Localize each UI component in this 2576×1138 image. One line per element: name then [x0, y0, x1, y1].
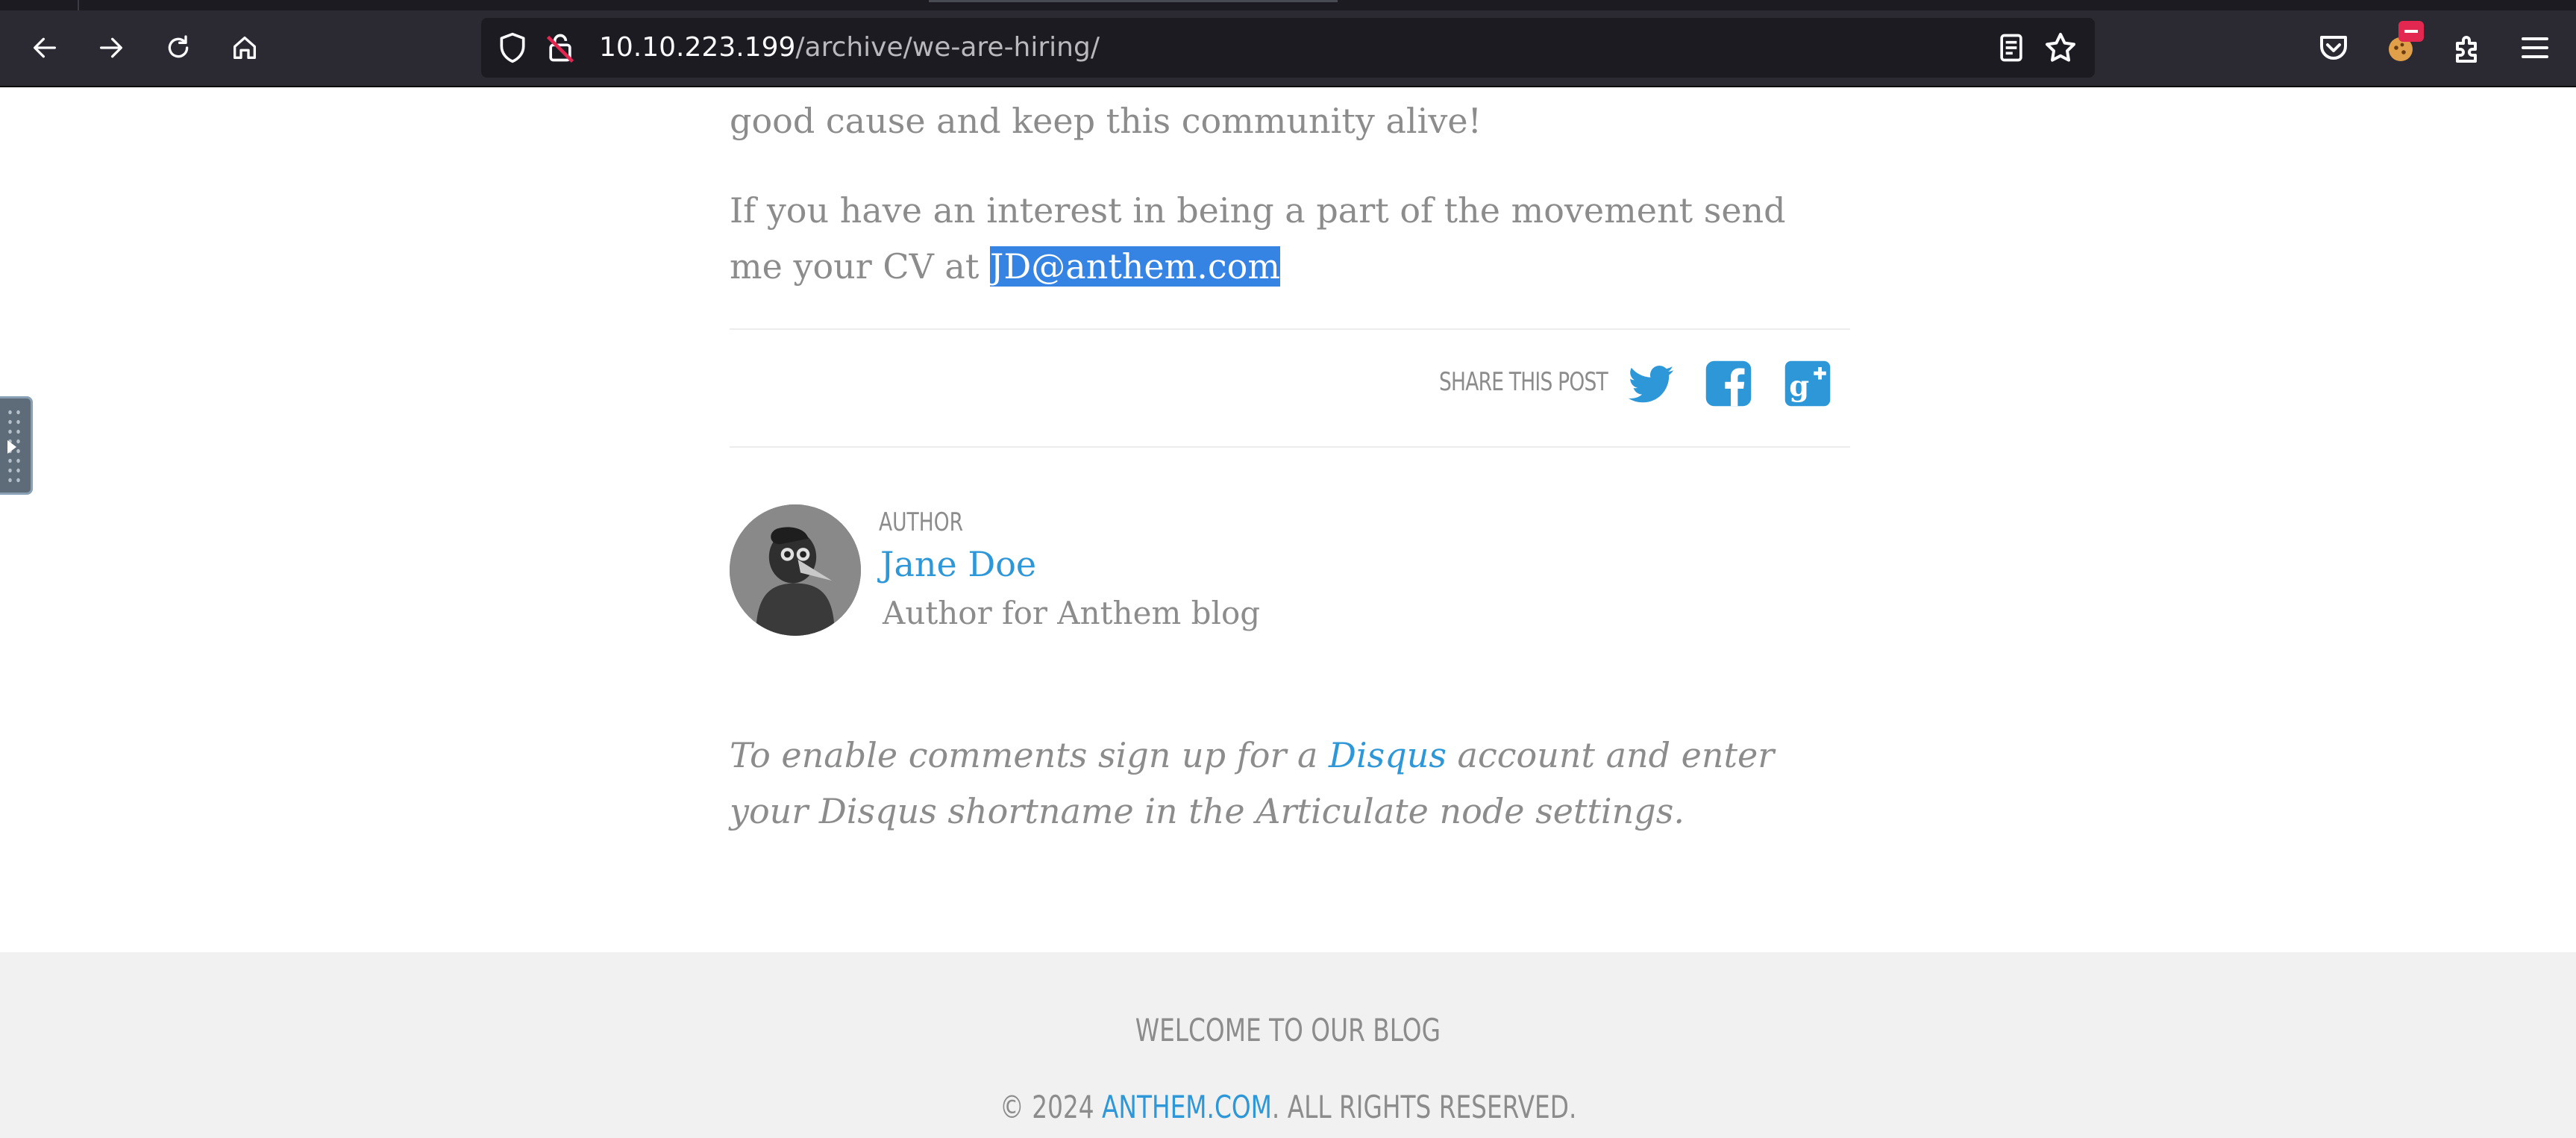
- side-panel-toggle[interactable]: [0, 396, 33, 495]
- comments-text: To enable comments sign up for a: [730, 735, 1329, 775]
- author-bio: Author for Anthem blog: [883, 595, 1261, 631]
- tab-strip: [0, 0, 2576, 10]
- plague-doctor-avatar-icon: [730, 504, 861, 636]
- post-paragraph: good cause and keep this community alive…: [730, 101, 1482, 141]
- copyright-text: © 2024 ANTHEM.COM. ALL RIGHTS RESERVED.: [1000, 1089, 1576, 1125]
- url-path: /archive/we-are-hiring/: [795, 32, 1100, 63]
- copyright-prefix: © 2024: [999, 1089, 1102, 1125]
- address-bar[interactable]: 10.10.223.199/archive/we-are-hiring/: [481, 18, 2095, 78]
- extensions-puzzle-icon[interactable]: [2450, 30, 2486, 66]
- bookmark-star-icon[interactable]: [2043, 30, 2078, 66]
- divider: [730, 446, 1850, 448]
- divider: [730, 328, 1850, 330]
- back-button[interactable]: [21, 24, 69, 72]
- reader-view-icon[interactable]: [1995, 31, 2028, 64]
- anthem-link[interactable]: ANTHEM.COM: [1102, 1089, 1272, 1125]
- twitter-icon[interactable]: [1626, 359, 1676, 408]
- post-paragraph-cv: If you have an interest in being a part …: [730, 183, 1849, 295]
- disqus-link[interactable]: Disqus: [1329, 735, 1447, 775]
- author-avatar[interactable]: [730, 504, 861, 636]
- copyright: © 2024 ANTHEM.COM. ALL RIGHTS RESERVED.: [0, 1089, 2576, 1125]
- reload-icon: [168, 35, 189, 58]
- browser-toolbar: 10.10.223.199/archive/we-are-hiring/: [0, 10, 2576, 87]
- comments-notice: To enable comments sign up for a Disqus …: [730, 728, 1864, 840]
- expand-arrow-icon: [7, 440, 16, 454]
- page-footer: WELCOME TO OUR BLOG © 2024 ANTHEM.COM. A…: [0, 952, 2576, 1138]
- author-name-link[interactable]: Jane Doe: [880, 544, 1036, 584]
- arrow-right-icon: [100, 37, 122, 58]
- share-label: SHARE THIS POST: [1439, 367, 1608, 397]
- footer-title: WELCOME TO OUR BLOG: [0, 1012, 2576, 1048]
- arrow-left-icon: [34, 37, 57, 58]
- url-text[interactable]: 10.10.223.199/archive/we-are-hiring/: [599, 18, 1100, 78]
- shield-icon[interactable]: [496, 31, 529, 64]
- footer-title-text: WELCOME TO OUR BLOG: [1135, 1012, 1441, 1048]
- extension-badge: [2398, 21, 2424, 42]
- menu-icon[interactable]: [2517, 30, 2553, 66]
- facebook-icon[interactable]: [1704, 359, 1753, 408]
- home-icon: [234, 37, 256, 60]
- reload-button[interactable]: [154, 24, 202, 72]
- url-host: 10.10.223.199: [599, 32, 796, 63]
- insecure-lock-icon[interactable]: [544, 31, 577, 64]
- active-tab[interactable]: [929, 0, 1338, 2]
- google-plus-icon[interactable]: g: [1783, 359, 1832, 408]
- tab-separator: [78, 0, 79, 10]
- forward-button[interactable]: [87, 24, 135, 72]
- pocket-icon[interactable]: [2316, 30, 2351, 66]
- svg-text:g: g: [1789, 370, 1809, 404]
- home-button[interactable]: [221, 24, 269, 72]
- copyright-suffix: . ALL RIGHTS RESERVED.: [1271, 1089, 1577, 1125]
- email-link[interactable]: JD@anthem.com: [989, 246, 1280, 287]
- author-label: AUTHOR: [879, 507, 964, 537]
